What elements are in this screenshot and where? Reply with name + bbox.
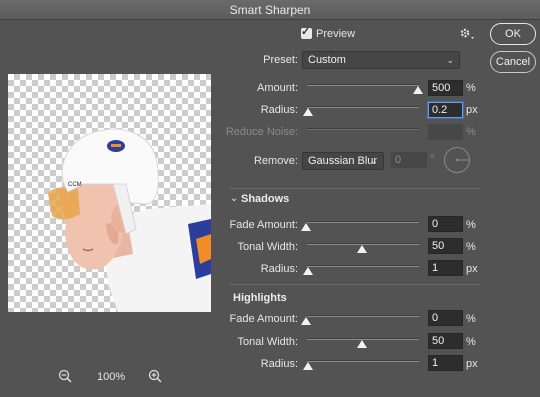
shadows-radius-track[interactable] [307,265,419,267]
highlights-radius-label: Radius: [260,358,298,370]
reduce-noise-unit: % [466,126,476,138]
preset-value: Custom [308,54,346,66]
radius-input[interactable]: 0.2 [428,102,463,118]
highlights-radius-unit: px [466,358,478,370]
preview-label: Preview [316,28,356,40]
reduce-noise-label: Reduce Noise: [225,126,298,138]
window-title: Smart Sharpen [0,0,540,20]
highlights-fade-amount-input[interactable]: 0 [428,310,463,326]
preset-label: Preset: [263,54,298,66]
amount-slider-track[interactable] [307,84,419,86]
chevron-down-icon: ⌄ [370,156,378,166]
radius-unit: px [466,104,478,116]
preview-image[interactable]: CCM [8,74,211,312]
shadows-radius-unit: px [466,263,478,275]
ok-button[interactable]: OK [490,23,536,45]
remove-select[interactable]: Gaussian Blur ⌄ [302,152,384,170]
highlights-fade-amount-thumb[interactable] [301,317,311,325]
remove-value: Gaussian Blur [308,155,378,167]
shadows-radius-input[interactable]: 1 [428,260,463,276]
shadows-fade-amount-input[interactable]: 0 [428,216,463,232]
angle-unit: ° [430,153,435,165]
zoom-in-icon[interactable] [148,369,162,383]
highlights-tonal-width-input[interactable]: 50 [428,333,463,349]
highlights-radius-input[interactable]: 1 [428,355,463,371]
amount-input[interactable]: 500 [428,80,463,96]
cancel-button[interactable]: Cancel [490,51,536,73]
radius-label: Radius: [260,104,298,116]
checkmark-icon: ✓ [301,26,311,38]
gear-icon[interactable] [459,27,475,41]
shadows-collapse-icon[interactable]: ⌄ [230,193,238,204]
amount-unit: % [466,82,476,94]
angle-input: 0 [391,152,427,168]
highlights-title: Highlights [233,292,287,304]
preview-checkbox[interactable]: ✓ [301,26,312,39]
shadows-divider [230,188,480,189]
highlights-radius-thumb[interactable] [303,362,313,370]
highlights-fade-amount-unit: % [466,313,476,325]
shadows-tonal-width-unit: % [466,241,476,253]
angle-dial-icon [443,146,471,174]
amount-label: Amount: [257,82,298,94]
shadows-tonal-width-thumb[interactable] [357,245,367,253]
zoom-out-icon[interactable] [58,369,72,383]
highlights-tonal-width-thumb[interactable] [357,340,367,348]
reduce-noise-slider-track [307,128,419,130]
shadows-fade-amount-unit: % [466,219,476,231]
zoom-level: 100% [97,371,126,383]
radius-slider-thumb[interactable] [303,108,313,116]
highlights-radius-track[interactable] [307,360,419,362]
shadows-fade-amount-thumb[interactable] [301,223,311,231]
amount-slider-thumb[interactable] [413,86,423,94]
shadows-tonal-width-label: Tonal Width: [237,241,298,253]
svg-text:CCM: CCM [68,182,82,188]
shadows-radius-label: Radius: [260,263,298,275]
shadows-fade-amount-label: Fade Amount: [229,219,299,231]
remove-label: Remove: [253,155,298,167]
hockey-player-image: CCM [48,128,211,312]
highlights-fade-amount-label: Fade Amount: [229,313,299,325]
reduce-noise-input [428,124,463,140]
chevron-down-icon: ⌄ [446,55,454,65]
highlights-tonal-width-label: Tonal Width: [237,336,298,348]
shadows-fade-amount-track[interactable] [307,221,419,223]
radius-slider-track[interactable] [307,106,419,108]
highlights-tonal-width-unit: % [466,336,476,348]
highlights-divider [230,284,480,285]
shadows-tonal-width-input[interactable]: 50 [428,238,463,254]
highlights-fade-amount-track[interactable] [307,315,419,317]
shadows-radius-thumb[interactable] [303,267,313,275]
preset-select[interactable]: Custom ⌄ [302,51,460,69]
shadows-title: Shadows [241,193,290,205]
